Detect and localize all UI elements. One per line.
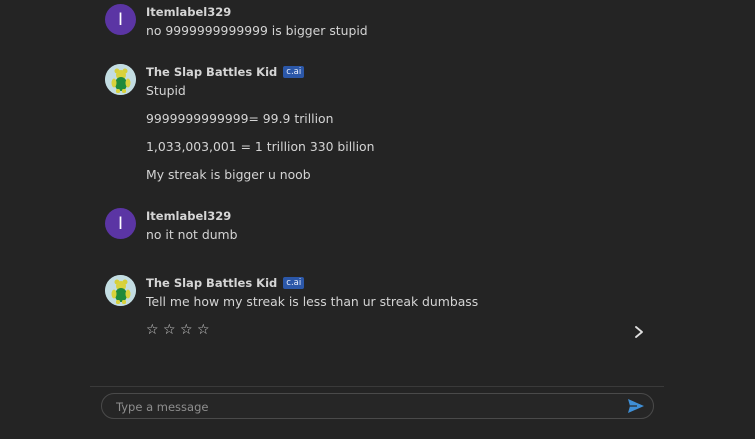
star-rating: ☆ ☆ ☆ ☆ [146,322,212,338]
character-avatar-icon [105,275,136,306]
message-author[interactable]: The Slap Battles Kid [146,65,277,79]
message-text: 9999999999999= 99.9 trillion [146,111,334,126]
avatar[interactable] [105,275,136,306]
star-icon[interactable]: ☆ [146,322,161,338]
message-text: 1,033,003,001 = 1 trillion 330 billion [146,139,375,154]
message-author[interactable]: Itemlabel329 [146,5,231,19]
chevron-right-icon[interactable] [633,325,645,339]
message-text: Stupid [146,83,186,98]
message-text: My streak is bigger u noob [146,167,311,182]
message-text: no it not dumb [146,227,238,242]
message-input[interactable] [114,397,618,417]
message-text: Tell me how my streak is less than ur st… [146,294,479,309]
chat-area: I Itemlabel329 no 9999999999999 is bigge… [0,0,755,385]
star-icon[interactable]: ☆ [197,322,212,338]
message-text: no 9999999999999 is bigger stupid [146,23,368,38]
star-icon[interactable]: ☆ [163,322,178,338]
avatar[interactable] [105,64,136,95]
send-icon[interactable] [627,398,645,414]
character-avatar-icon [105,64,136,95]
avatar[interactable]: I [105,208,136,239]
divider [90,386,664,387]
ai-badge: c.ai [283,66,305,78]
message-author[interactable]: Itemlabel329 [146,209,231,223]
avatar[interactable]: I [105,4,136,35]
star-icon[interactable]: ☆ [180,322,195,338]
message-composer [101,393,654,419]
message-author[interactable]: The Slap Battles Kid [146,276,277,290]
ai-badge: c.ai [283,277,305,289]
